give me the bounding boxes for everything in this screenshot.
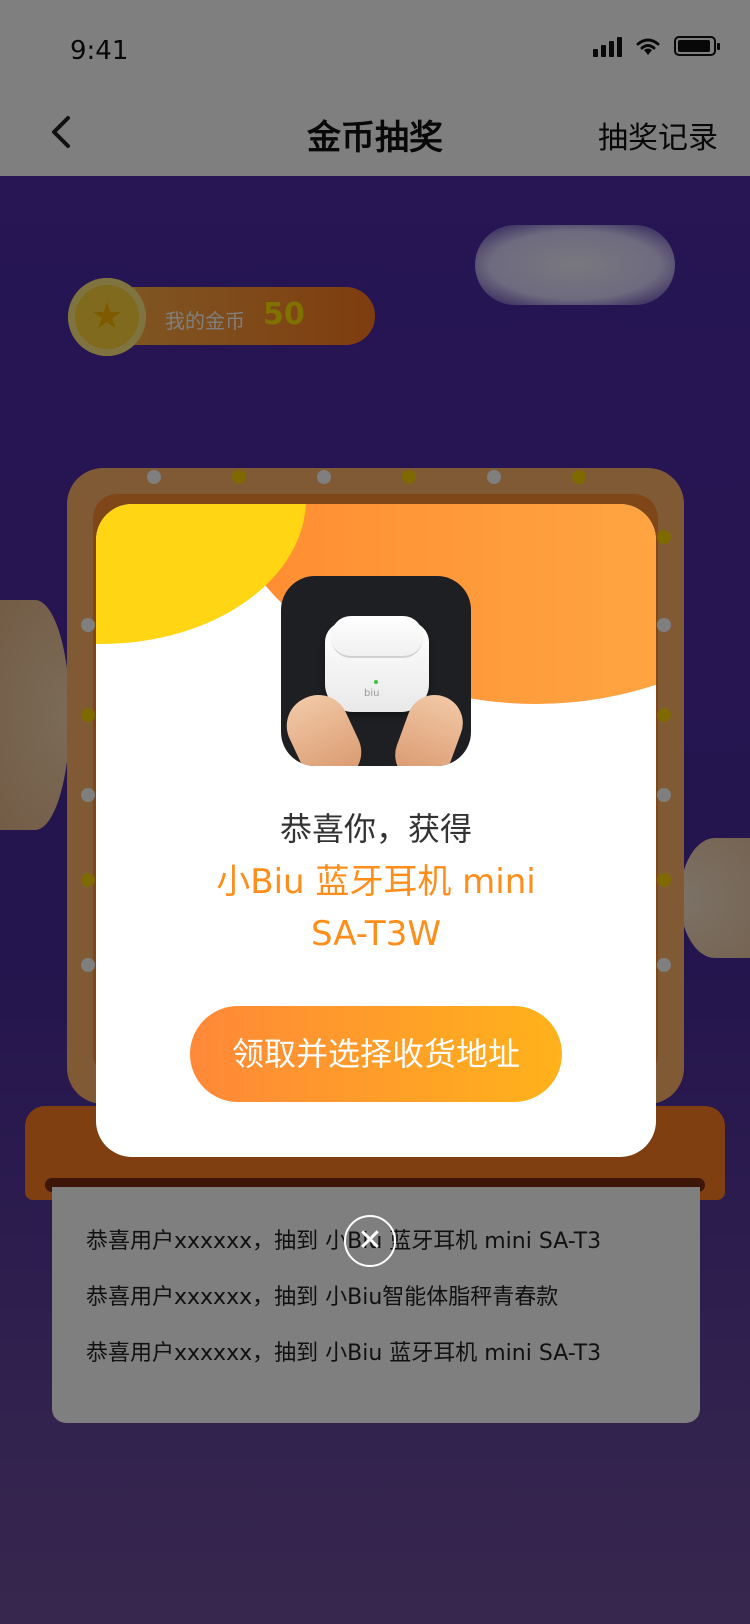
- modal-header-yellow: [96, 504, 306, 644]
- claim-prize-button[interactable]: 领取并选择收货地址: [190, 1006, 562, 1102]
- prize-name-line2: SA-T3W: [311, 914, 441, 954]
- product-logo: biu: [364, 688, 380, 699]
- prize-name-line1: 小Biu 蓝牙耳机 mini: [216, 862, 536, 902]
- prize-modal: biu 恭喜你，获得 小Biu 蓝牙耳机 mini SA-T3W 领取并选择收货…: [96, 504, 656, 1157]
- prize-name: 小Biu 蓝牙耳机 mini SA-T3W: [136, 856, 616, 960]
- earbuds-lid: [331, 616, 423, 658]
- prize-image: biu: [281, 576, 471, 766]
- earbuds-led: [374, 680, 378, 684]
- congrats-text: 恭喜你，获得: [279, 810, 472, 848]
- page: 9:41 金币抽奖 抽奖记录 ★ 我的金币 50: [0, 0, 750, 1624]
- close-icon[interactable]: ✕: [344, 1215, 396, 1267]
